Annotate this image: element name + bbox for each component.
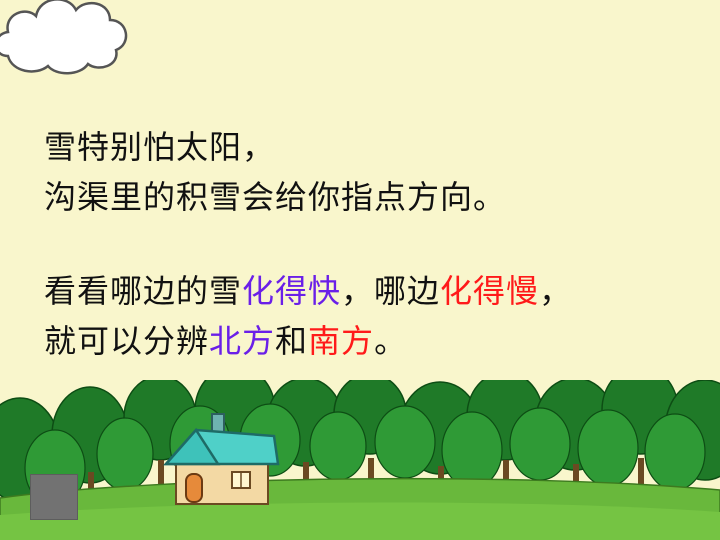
highlight-melts-slow: 化得慢 (440, 272, 540, 310)
text-segment: 看看哪边的雪 (44, 272, 243, 310)
cloud-icon (0, 0, 128, 75)
highlight-north: 北方 (209, 322, 276, 360)
text-segment: 和 (275, 322, 309, 360)
paragraph-2: 看看哪边的雪化得快，哪边化得慢， 就可以分辨北方和南方。 (44, 266, 572, 366)
highlight-melts-fast: 化得快 (242, 272, 342, 310)
text-segment: ，哪边 (341, 272, 441, 310)
paragraph-1: 雪特别怕太阳， 沟渠里的积雪会给你指点方向。 (44, 122, 506, 222)
text-segment: ， (539, 272, 573, 310)
paragraph-2-line-2: 就可以分辨北方和南方。 (44, 316, 572, 366)
trees-illustration (0, 380, 720, 540)
paragraph-1-line-1: 雪特别怕太阳， (44, 128, 276, 166)
text-segment: 。 (374, 322, 408, 360)
paragraph-1-line-2: 沟渠里的积雪会给你指点方向。 (44, 178, 507, 216)
text-segment: 就可以分辨 (44, 322, 210, 360)
highlight-south: 南方 (308, 322, 375, 360)
paragraph-2-line-1: 看看哪边的雪化得快，哪边化得慢， (44, 266, 572, 316)
house-icon (163, 413, 280, 505)
slide: 雪特别怕太阳， 沟渠里的积雪会给你指点方向。 看看哪边的雪化得快，哪边化得慢， … (0, 0, 720, 540)
media-control-button[interactable] (30, 474, 78, 520)
